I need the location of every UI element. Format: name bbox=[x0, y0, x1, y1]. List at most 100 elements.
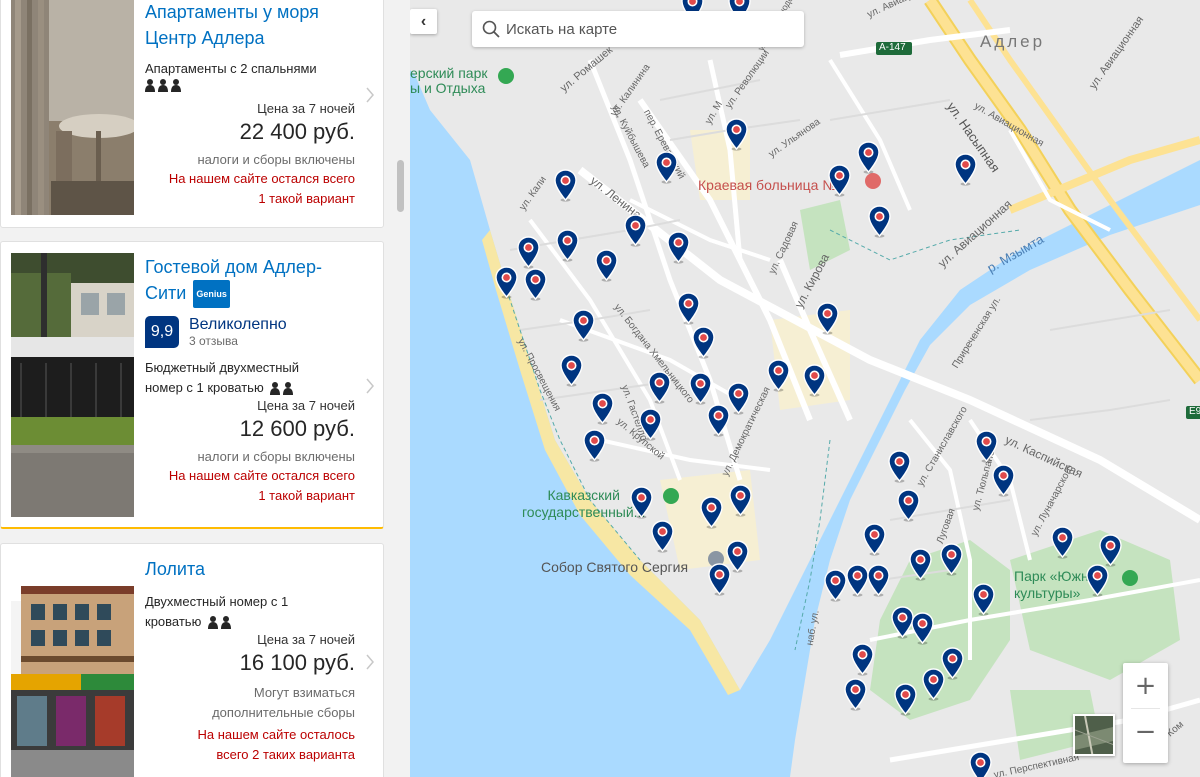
price: 12 600 руб. bbox=[239, 416, 355, 442]
map-pin-icon[interactable] bbox=[516, 236, 540, 269]
map-pin-icon[interactable] bbox=[638, 408, 662, 441]
availability-note: На нашем сайте остался всего 1 такой вар… bbox=[168, 468, 355, 504]
listing-name[interactable]: Апартаменты у моря Центр Адлера bbox=[145, 0, 355, 51]
map[interactable]: Адлер ерский парк ы и Отдыха Краевая бол… bbox=[410, 0, 1200, 777]
booking-map-view: Апартаменты у моря Центр Адлера Апартаме… bbox=[0, 0, 1200, 777]
map-pin-icon[interactable] bbox=[706, 404, 730, 437]
room-type: Двухместный номер с 1 кроватью bbox=[145, 594, 289, 629]
availability-note: На нашем сайте остался всего 1 такой вар… bbox=[168, 171, 355, 206]
map-pin-icon[interactable] bbox=[896, 489, 920, 522]
map-pin-icon[interactable] bbox=[494, 266, 518, 299]
map-pin-icon[interactable] bbox=[827, 164, 851, 197]
map-search-input[interactable] bbox=[506, 20, 786, 38]
map-pin-icon[interactable] bbox=[921, 668, 945, 701]
map-pin-icon[interactable] bbox=[555, 229, 579, 262]
review-count: 3 отзыва bbox=[189, 334, 238, 349]
listing-name[interactable]: Лолита bbox=[145, 556, 355, 582]
collapse-list-button[interactable]: ‹ bbox=[410, 9, 437, 34]
map-pin-icon[interactable] bbox=[676, 292, 700, 325]
map-pin-icon[interactable] bbox=[867, 205, 891, 238]
map-pin-icon[interactable] bbox=[850, 643, 874, 676]
map-pin-icon[interactable] bbox=[815, 302, 839, 335]
map-pin-icon[interactable] bbox=[571, 309, 595, 342]
score-word: Великолепно bbox=[189, 316, 287, 334]
map-pin-icon[interactable] bbox=[766, 359, 790, 392]
search-icon bbox=[482, 20, 500, 38]
map-pin-icon[interactable] bbox=[590, 392, 614, 425]
chevron-right-icon[interactable] bbox=[365, 87, 375, 103]
map-pin-icon[interactable] bbox=[707, 563, 731, 596]
map-pin-icon[interactable] bbox=[699, 496, 723, 529]
tax-note: налоги и сборы включены bbox=[197, 152, 355, 167]
map-pin-icon[interactable] bbox=[728, 484, 752, 517]
chevron-right-icon[interactable] bbox=[365, 654, 375, 670]
listing-panel: Апартаменты у моря Центр Адлера Апартаме… bbox=[0, 0, 410, 777]
price-label: Цена за 7 ночей bbox=[257, 101, 355, 116]
availability-note: На нашем сайте осталось всего 2 таких ва… bbox=[197, 727, 356, 762]
map-pin-icon[interactable] bbox=[910, 612, 934, 645]
map-pin-icon[interactable] bbox=[856, 141, 880, 174]
map-pin-icon[interactable] bbox=[629, 486, 653, 519]
zoom-out-button[interactable]: − bbox=[1123, 709, 1168, 754]
occupancy-icon bbox=[270, 381, 294, 395]
map-pin-icon[interactable] bbox=[688, 372, 712, 405]
map-pin-icon[interactable] bbox=[523, 268, 547, 301]
map-pin-icon[interactable] bbox=[843, 678, 867, 711]
review-score[interactable]: 9,9 Великолепно 3 отзыва bbox=[145, 316, 355, 349]
map-type-toggle[interactable] bbox=[1073, 714, 1115, 756]
map-pin-icon[interactable] bbox=[582, 429, 606, 462]
map-pin-icon[interactable] bbox=[691, 326, 715, 359]
map-pin-icon[interactable] bbox=[1098, 534, 1122, 567]
map-pin-icon[interactable] bbox=[974, 430, 998, 463]
map-pin-icon[interactable] bbox=[553, 169, 577, 202]
listing-photo[interactable] bbox=[11, 556, 134, 777]
map-pin-icon[interactable] bbox=[726, 382, 750, 415]
map-pin-icon[interactable] bbox=[724, 118, 748, 151]
tax-note: Могут взиматься дополнительные сборы bbox=[212, 685, 355, 720]
map-search[interactable] bbox=[472, 11, 804, 47]
listing-card[interactable]: Гостевой дом Адлер- Сити Genius 9,9 Вели… bbox=[0, 241, 384, 529]
listing-photo[interactable] bbox=[11, 0, 134, 215]
map-pin-icon[interactable] bbox=[862, 523, 886, 556]
listing-name[interactable]: Гостевой дом Адлер- Сити Genius bbox=[145, 254, 355, 309]
map-pin-icon[interactable] bbox=[908, 548, 932, 581]
chevron-right-icon[interactable] bbox=[365, 378, 375, 394]
genius-badge: Genius bbox=[193, 280, 230, 309]
map-pin-icon[interactable] bbox=[623, 214, 647, 247]
map-pin-icon[interactable] bbox=[802, 364, 826, 397]
listing-card[interactable]: Апартаменты у моря Центр Адлера Апартаме… bbox=[0, 0, 384, 228]
room-type: Апартаменты с 2 спальнями bbox=[145, 61, 317, 76]
price-label: Цена за 7 ночей bbox=[257, 632, 355, 647]
property-pins bbox=[410, 0, 1200, 777]
listing-card[interactable]: Лолита Двухместный номер с 1 кроватью Це… bbox=[0, 543, 384, 777]
map-pin-icon[interactable] bbox=[654, 151, 678, 184]
map-pin-icon[interactable] bbox=[866, 564, 890, 597]
map-pin-icon[interactable] bbox=[559, 354, 583, 387]
map-pin-icon[interactable] bbox=[968, 751, 992, 777]
map-pin-icon[interactable] bbox=[594, 249, 618, 282]
map-pin-icon[interactable] bbox=[845, 564, 869, 597]
price-label: Цена за 7 ночей bbox=[257, 398, 355, 414]
price: 22 400 руб. bbox=[239, 119, 355, 144]
occupancy-icon bbox=[207, 615, 231, 629]
listing-photo[interactable] bbox=[11, 253, 134, 517]
zoom-controls: + − bbox=[1123, 663, 1168, 763]
zoom-in-button[interactable]: + bbox=[1123, 663, 1168, 708]
map-pin-icon[interactable] bbox=[650, 520, 674, 553]
map-pin-icon[interactable] bbox=[823, 569, 847, 602]
price: 16 100 руб. bbox=[239, 650, 355, 675]
map-pin-icon[interactable] bbox=[971, 583, 995, 616]
map-pin-icon[interactable] bbox=[1050, 526, 1074, 559]
list-scrollbar[interactable] bbox=[397, 160, 404, 212]
map-pin-icon[interactable] bbox=[953, 153, 977, 186]
chevron-left-icon: ‹ bbox=[420, 12, 427, 30]
map-pin-icon[interactable] bbox=[991, 464, 1015, 497]
map-pin-icon[interactable] bbox=[887, 450, 911, 483]
map-pin-icon[interactable] bbox=[939, 543, 963, 576]
map-pin-icon[interactable] bbox=[666, 231, 690, 264]
map-pin-icon[interactable] bbox=[893, 683, 917, 716]
tax-note: налоги и сборы включены bbox=[197, 449, 355, 465]
map-pin-icon[interactable] bbox=[1085, 564, 1109, 597]
score-badge: 9,9 bbox=[145, 316, 179, 349]
map-pin-icon[interactable] bbox=[647, 371, 671, 404]
